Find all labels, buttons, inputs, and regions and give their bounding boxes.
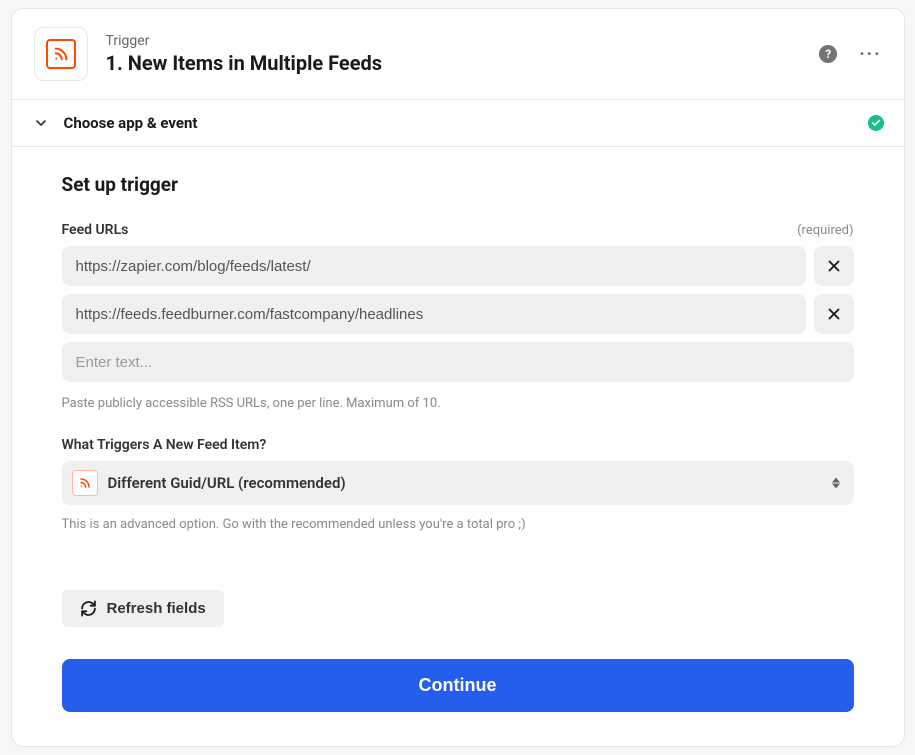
app-icon: [34, 27, 88, 81]
trigger-mode-select[interactable]: Different Guid/URL (recommended): [62, 461, 854, 505]
rss-icon: [72, 470, 98, 496]
setup-body: Set up trigger Feed URLs (required): [12, 147, 904, 746]
close-icon: [825, 305, 843, 323]
accordion-choose-app[interactable]: Choose app & event: [12, 100, 904, 146]
remove-url-button[interactable]: [814, 294, 854, 334]
select-caret-icon: [832, 478, 840, 489]
feed-urls-label-row: Feed URLs (required): [62, 222, 854, 238]
trigger-mode-value: Different Guid/URL (recommended): [108, 474, 346, 492]
check-badge-icon: [868, 115, 884, 131]
feed-url-row: [62, 246, 854, 286]
accordion-title: Choose app & event: [64, 114, 854, 132]
help-icon[interactable]: ?: [819, 45, 837, 63]
header-actions: ? ···: [819, 44, 881, 65]
refresh-fields-button[interactable]: Refresh fields: [62, 590, 224, 627]
trigger-mode-help: This is an advanced option. Go with the …: [62, 517, 854, 532]
required-text: (required): [797, 223, 853, 238]
feed-urls-help: Paste publicly accessible RSS URLs, one …: [62, 396, 854, 411]
trigger-mode-label-row: What Triggers A New Feed Item?: [62, 437, 854, 453]
feed-url-input[interactable]: [62, 246, 806, 286]
more-menu-icon[interactable]: ···: [859, 44, 881, 65]
feed-url-input[interactable]: [62, 294, 806, 334]
trigger-mode-label: What Triggers A New Feed Item?: [62, 437, 267, 453]
refresh-fields-label: Refresh fields: [107, 600, 206, 617]
chevron-down-icon: [32, 114, 50, 132]
close-icon: [825, 257, 843, 275]
card-header: Trigger 1. New Items in Multiple Feeds ?…: [12, 9, 904, 99]
header-title: 1. New Items in Multiple Feeds: [106, 51, 802, 75]
header-titles: Trigger 1. New Items in Multiple Feeds: [106, 33, 802, 75]
section-heading: Set up trigger: [62, 173, 854, 196]
feed-url-input-empty[interactable]: [62, 342, 854, 382]
trigger-card: Trigger 1. New Items in Multiple Feeds ?…: [11, 8, 905, 747]
rss-icon: [46, 39, 76, 69]
refresh-icon: [80, 600, 97, 617]
header-eyebrow: Trigger: [106, 33, 802, 49]
remove-url-button[interactable]: [814, 246, 854, 286]
feed-urls-label: Feed URLs: [62, 222, 129, 238]
continue-button[interactable]: Continue: [62, 659, 854, 712]
feed-url-row: [62, 294, 854, 334]
